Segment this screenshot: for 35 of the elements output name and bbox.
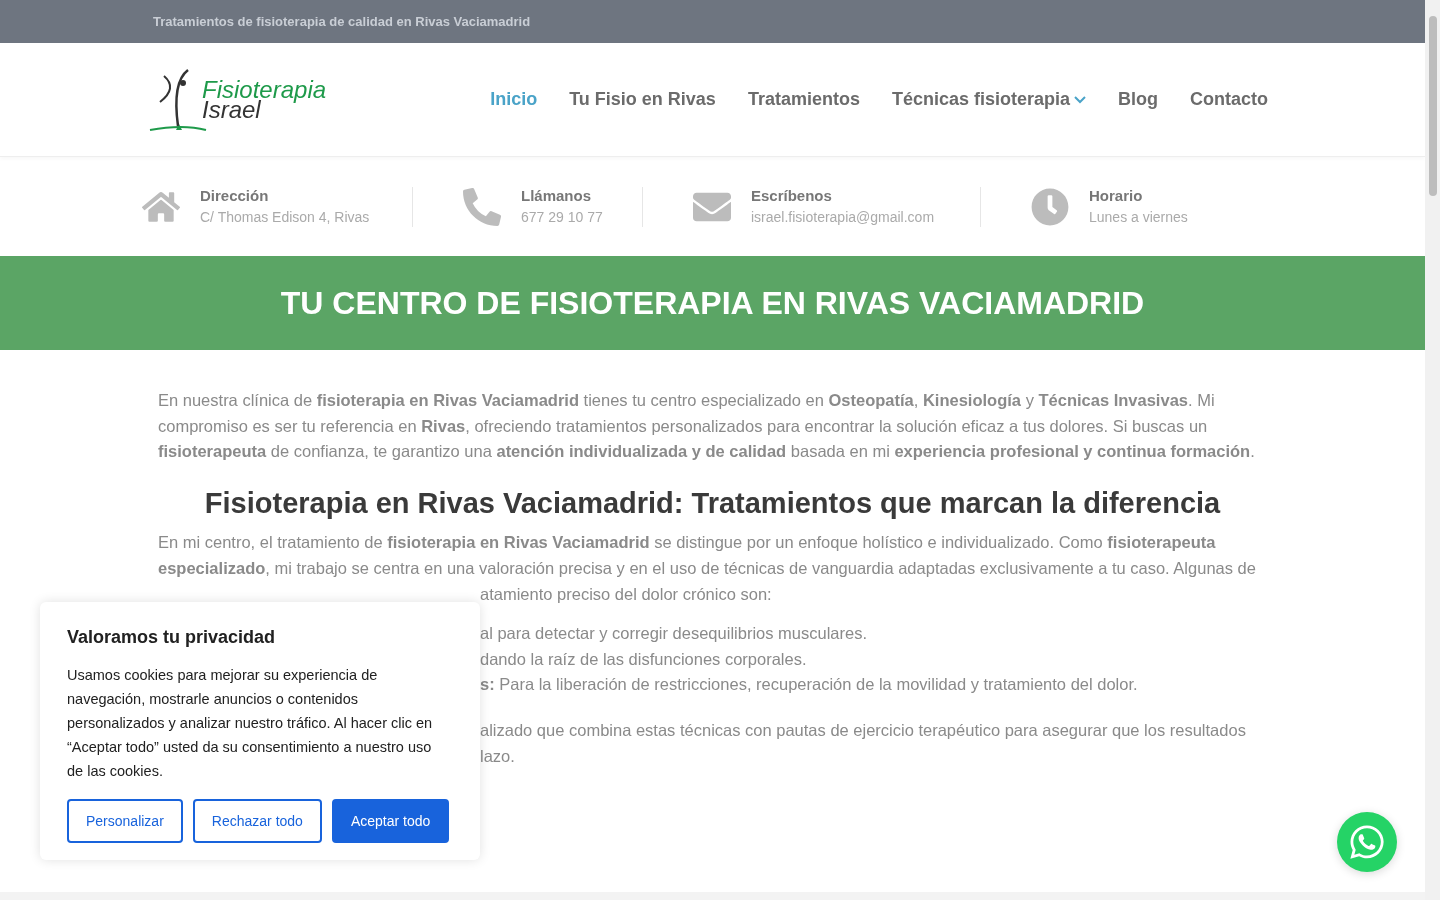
info-title: Escríbenos <box>751 185 833 206</box>
nav-link[interactable]: Contacto <box>1190 86 1268 113</box>
cookie-text: Usamos cookies para mejorar su experiencia de navegación, mostrarle anuncios o contenidos personalizados y analizar nuestro tráfico. Al hacer clic en “Aceptar todo” usted da su consentimiento a nuestro uso de las cookies. <box>67 666 434 781</box>
nav-link[interactable]: Blog <box>1118 86 1158 113</box>
nav-link[interactable]: Tratamientos <box>747 86 860 113</box>
info-title: Dirección <box>200 185 270 206</box>
accept-button[interactable]: Aceptar todo <box>331 799 450 843</box>
list-item-text: dando la raíz de las disfunciones corporales. <box>480 648 808 670</box>
clock-icon <box>1031 187 1069 226</box>
text-line: lazo. <box>480 745 516 767</box>
list-item-text: al para detectar y corregir desequilibrios musculares. <box>480 623 868 645</box>
info-title: Horario <box>1089 185 1144 206</box>
info-value: Lunes a viernes <box>1089 208 1188 228</box>
text-line: especializado, mi trabajo se centra en una valoración precisa y en el uso de técnicas de vanguardia adaptadas exclusivamente a tu caso. Algunas de <box>158 557 1257 579</box>
phone-icon <box>463 187 501 226</box>
info-title: Llámanos <box>521 185 593 206</box>
whatsapp-icon <box>1348 823 1386 861</box>
text-line: atamiento preciso del dolor crónico son: <box>480 583 773 605</box>
hero-title: TU CENTRO DE FISIOTERAPIA EN RIVAS VACIAMADRID <box>280 284 1145 323</box>
info-value: 677 29 10 77 <box>521 208 603 228</box>
nav-link[interactable]: Técnicas fisioterapia <box>891 86 1086 113</box>
whatsapp-button[interactable] <box>1337 812 1397 872</box>
info-value: israel.fisioterapia@gmail.com <box>751 208 935 228</box>
list-item-text: s: Para la liberación de restricciones, recuperación de la movilidad y tratamiento del dolor. <box>480 674 1139 696</box>
section-heading: Fisioterapia en Rivas Vaciamadrid: Tratamientos que marcan la diferencia <box>204 490 1221 517</box>
text-line: En mi centro, el tratamiento de fisioterapia en Rivas Vaciamadrid se distingue por un enfoque holístico e individualizado. Como fisioterapeuta <box>158 532 1217 554</box>
cookie-title: Valoramos tu privacidad <box>67 626 277 649</box>
cookie-option-button[interactable]: Personalizar <box>67 799 183 843</box>
text-line: alizado que combina estas técnicas con pautas de ejercicio terapéutico para asegurar que los resultados <box>480 719 1247 741</box>
tagline: Tratamientos de fisioterapia de calidad en Rivas Vaciamadrid <box>153 12 531 31</box>
nav-link[interactable]: Inicio <box>490 86 538 113</box>
cookie-option-button[interactable]: Rechazar todo <box>192 799 322 843</box>
info-value: C/ Thomas Edison 4, Rivas <box>200 208 370 228</box>
intro-paragraph: En nuestra clínica de fisioterapia en Rivas Vaciamadrid tienes tu centro especializado en Osteopatía, Kinesiología y Técnicas Invasivas. Mi compromiso es ser tu referencia en Rivas, ofreciendo tratamientos personalizados para encontrar la solución eficaz a tus dolores. Si buscas un fisioterapeuta de confianza, te garantizo una atención individualizada y de calidad basada en mi experiencia profesional y continua formación. <box>158 390 1256 463</box>
nav-link[interactable]: Tu Fisio en Rivas <box>569 86 716 113</box>
